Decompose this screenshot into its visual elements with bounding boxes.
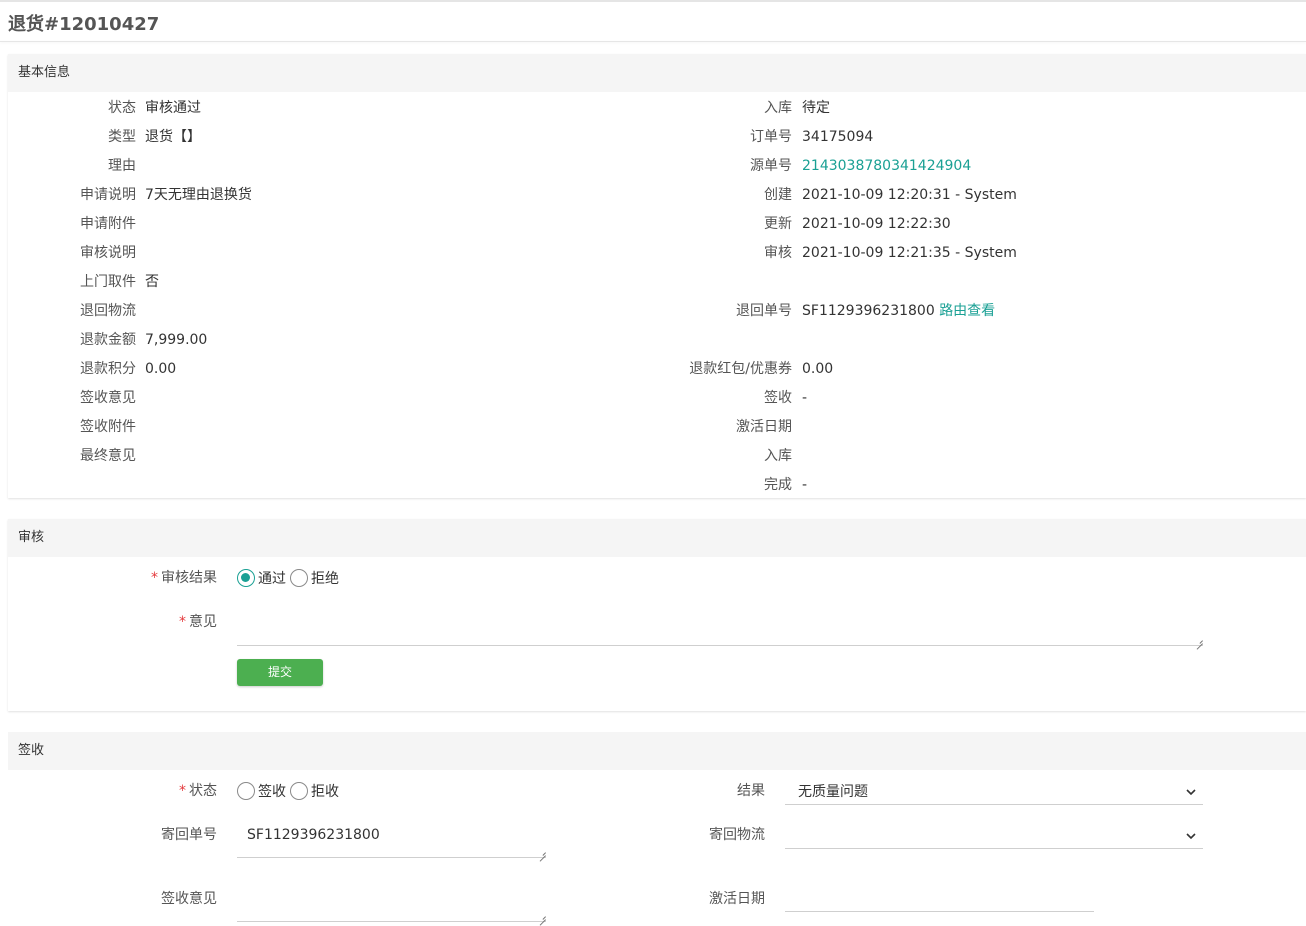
radio-checked-icon <box>237 569 255 587</box>
info-value: 0.00 <box>802 361 834 377</box>
info-row-stock: 入库 待定 <box>8 98 1306 118</box>
info-row: 退款金额 7,999.00 <box>8 330 608 350</box>
sign-result-label-row: 结果 <box>8 781 773 801</box>
info-label: 完成 <box>764 477 792 493</box>
source-no-link[interactable]: 2143038780341424904 <box>802 156 971 176</box>
info-label: 更新 <box>764 216 792 232</box>
radio-unchecked-icon <box>290 569 308 587</box>
sign-activation-label: 激活日期 <box>709 891 765 907</box>
audit-header: 审核 <box>8 519 1306 557</box>
info-value: - <box>802 477 808 493</box>
sign-return-logistics-label: 寄回物流 <box>709 827 765 843</box>
info-value: SF1129396231800 路由查看 <box>802 301 995 321</box>
info-label: 退款金额 <box>80 332 136 348</box>
resize-grip-icon[interactable] <box>538 912 546 920</box>
audit-opinion-label-row: * 意见 <box>8 612 228 632</box>
info-value: 2021-10-09 12:21:35 - System <box>802 245 1017 261</box>
select-value: 无质量问题 <box>798 784 868 800</box>
basic-info-section: 基本信息 状态 审核通过 类型 退货【】 理由 申请说明 7天无理由退换货 申请附件 审核说明上… <box>8 54 1306 498</box>
info-row-updated: 更新 2021-10-09 12:22:30 <box>8 214 1306 234</box>
chevron-down-icon <box>1186 833 1196 840</box>
chevron-down-icon <box>1186 789 1196 796</box>
submit-button[interactable]: 提交 <box>237 659 323 686</box>
info-row-audited: 审核 2021-10-09 12:21:35 - System <box>8 243 1306 263</box>
required-mark: * <box>151 570 158 586</box>
info-label: 签收 <box>764 390 792 406</box>
info-label: 上门取件 <box>80 274 136 290</box>
info-value: 2021-10-09 12:22:30 <box>802 216 951 232</box>
info-row-refund-coupon: 退款红包/优惠券 0.00 <box>8 359 1306 379</box>
info-row-signed: 签收 - <box>8 388 1306 408</box>
audit-result-radio-group: 通过 拒绝 <box>237 567 343 589</box>
info-label: 入库 <box>764 448 792 464</box>
top-border <box>0 0 1306 2</box>
info-row-return-no: 退回单号 SF1129396231800 路由查看 <box>8 301 1306 321</box>
info-row: 上门取件否 <box>8 272 608 292</box>
sign-result-select[interactable]: 无质量问题 <box>785 779 1203 805</box>
sign-return-logistics-select[interactable] <box>785 823 1203 849</box>
audit-pass-radio[interactable]: 通过 <box>237 568 286 588</box>
sign-activation-label-row: 激活日期 <box>8 889 773 909</box>
radio-label: 通过 <box>258 571 286 587</box>
audit-opinion-label: * 意见 <box>179 614 217 630</box>
info-label: 退款红包/优惠券 <box>689 361 792 377</box>
info-row-stock2: 入库 <box>8 446 1306 466</box>
title-separator <box>0 41 1306 42</box>
sign-return-logistics-label-row: 寄回物流 <box>8 825 773 845</box>
info-label: 创建 <box>764 187 792 203</box>
sign-result-label: 结果 <box>737 783 765 799</box>
info-row-done: 完成 - <box>8 475 1306 495</box>
info-value: 待定 <box>802 100 830 116</box>
audit-opinion-textarea[interactable] <box>237 605 1203 646</box>
sign-header: 签收 <box>8 732 1306 770</box>
route-view-link[interactable]: 路由查看 <box>939 303 995 319</box>
info-value: 7,999.00 <box>145 332 208 348</box>
basic-info-header: 基本信息 <box>8 54 1306 92</box>
info-value: 2021-10-09 12:20:31 - System <box>802 187 1017 203</box>
info-row-source-no: 源单号 2143038780341424904 <box>8 156 1306 176</box>
required-mark: * <box>179 614 186 630</box>
info-row-activation: 激活日期 <box>8 417 1306 437</box>
info-label: 审核 <box>764 245 792 261</box>
audit-result-label-row: * 审核结果 <box>8 568 228 588</box>
info-value: - <box>802 390 808 406</box>
sign-section: 签收 * 状态 签收 拒收 结果 无质量问题 寄回单号 SF11293962318… <box>8 732 1306 926</box>
radio-label: 拒绝 <box>311 571 339 587</box>
info-label: 订单号 <box>750 129 792 145</box>
info-row-order-no: 订单号 34175094 <box>8 127 1306 147</box>
audit-reject-radio[interactable]: 拒绝 <box>290 568 339 588</box>
resize-grip-icon[interactable] <box>538 848 546 856</box>
activation-date-input[interactable] <box>785 884 1094 912</box>
audit-result-label: * 审核结果 <box>151 570 217 586</box>
info-row-created: 创建 2021-10-09 12:20:31 - System <box>8 185 1306 205</box>
info-label: 退回单号 <box>736 303 792 319</box>
info-value: 34175094 <box>802 129 874 145</box>
resize-grip-icon[interactable] <box>1195 636 1203 644</box>
page-title: 退货#12010427 <box>8 14 160 35</box>
audit-section: 审核 * 审核结果 通过 拒绝 * 意见 提交 <box>8 519 1306 711</box>
info-value: 否 <box>145 274 159 290</box>
info-label: 激活日期 <box>736 419 792 435</box>
return-no-text: SF1129396231800 <box>802 303 935 319</box>
info-label: 入库 <box>764 100 792 116</box>
info-label: 源单号 <box>750 158 792 174</box>
